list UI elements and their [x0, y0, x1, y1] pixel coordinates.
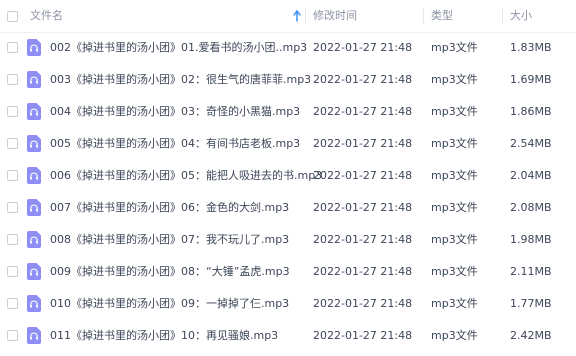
- audio-file-icon: [27, 135, 41, 152]
- modified-time: 2022-01-27 21:48: [313, 201, 413, 214]
- file-row[interactable]: 008《掉进书里的汤小团》07：我不玩儿了.mp3 2022-01-27 21:4…: [0, 224, 576, 255]
- modified-time: 2022-01-27 21:48: [313, 329, 413, 342]
- file-name: 010《掉进书里的汤小团》09：一掉掉了仨.mp3: [50, 297, 290, 310]
- file-row[interactable]: 002《掉进书里的汤小团》01.爱看书的汤小团..mp3 2022-01-27 2…: [0, 32, 576, 63]
- file-name: 002《掉进书里的汤小团》01.爱看书的汤小团..mp3: [50, 41, 308, 54]
- file-row[interactable]: 006《掉进书里的汤小团》05：能把人吸进去的书.mp3 2022-01-27 2…: [0, 160, 576, 191]
- modified-time: 2022-01-27 21:48: [313, 297, 413, 310]
- row-checkbox[interactable]: [7, 106, 18, 117]
- row-checkbox[interactable]: [7, 234, 18, 245]
- audio-file-icon: [27, 39, 41, 56]
- row-checkbox[interactable]: [7, 170, 18, 181]
- file-name: 003《掉进书里的汤小团》02：很生气的唐菲菲.mp3: [50, 73, 312, 86]
- file-row[interactable]: 011《掉进书里的汤小团》10：再见骚娘.mp3 2022-01-27 21:48…: [0, 320, 576, 351]
- column-divider[interactable]: [502, 8, 503, 24]
- file-row[interactable]: 003《掉进书里的汤小团》02：很生气的唐菲菲.mp3 2022-01-27 21…: [0, 64, 576, 95]
- file-size: 2.42MB: [510, 329, 552, 342]
- file-name: 007《掉进书里的汤小团》06：金色的大剑.mp3: [50, 201, 290, 214]
- sort-arrow-up-icon[interactable]: [293, 10, 301, 22]
- column-header-name[interactable]: 文件名: [30, 0, 310, 32]
- modified-time: 2022-01-27 21:48: [313, 41, 413, 54]
- file-size: 1.77MB: [510, 297, 552, 310]
- audio-file-icon: [27, 103, 41, 120]
- file-type: mp3文件: [431, 329, 478, 342]
- modified-time: 2022-01-27 21:48: [313, 105, 413, 118]
- file-size: 2.08MB: [510, 201, 552, 214]
- file-name: 004《掉进书里的汤小团》03：奇怪的小黑猫.mp3: [50, 105, 301, 118]
- list-header: 文件名 修改时间 类型 大小: [0, 0, 576, 33]
- file-name: 005《掉进书里的汤小团》04：有间书店老板.mp3: [50, 137, 301, 150]
- file-name: 008《掉进书里的汤小团》07：我不玩儿了.mp3: [50, 233, 290, 246]
- audio-file-icon: [27, 263, 41, 280]
- row-checkbox[interactable]: [7, 298, 18, 309]
- file-type: mp3文件: [431, 41, 478, 54]
- file-list: 文件名 修改时间 类型 大小 002《掉进书里的汤小团》01.爱看书的汤小团..…: [0, 0, 576, 356]
- row-checkbox[interactable]: [7, 138, 18, 149]
- select-all-checkbox[interactable]: [7, 11, 18, 22]
- file-row[interactable]: 004《掉进书里的汤小团》03：奇怪的小黑猫.mp3 2022-01-27 21:…: [0, 96, 576, 127]
- file-type: mp3文件: [431, 169, 478, 182]
- file-size: 2.11MB: [510, 265, 552, 278]
- modified-time: 2022-01-27 21:48: [313, 137, 413, 150]
- file-size: 1.83MB: [510, 41, 552, 54]
- file-size: 1.86MB: [510, 105, 552, 118]
- audio-file-icon: [27, 327, 41, 344]
- column-header-size[interactable]: 大小: [510, 0, 532, 32]
- file-type: mp3文件: [431, 265, 478, 278]
- column-header-time[interactable]: 修改时间: [313, 0, 357, 32]
- audio-file-icon: [27, 167, 41, 184]
- file-size: 2.04MB: [510, 169, 552, 182]
- column-divider[interactable]: [305, 8, 306, 24]
- file-type: mp3文件: [431, 137, 478, 150]
- row-checkbox[interactable]: [7, 266, 18, 277]
- file-size: 1.98MB: [510, 233, 552, 246]
- file-row[interactable]: 005《掉进书里的汤小团》04：有间书店老板.mp3 2022-01-27 21:…: [0, 128, 576, 159]
- file-name: 011《掉进书里的汤小团》10：再见骚娘.mp3: [50, 329, 279, 342]
- file-size: 1.69MB: [510, 73, 552, 86]
- audio-file-icon: [27, 295, 41, 312]
- file-type: mp3文件: [431, 233, 478, 246]
- modified-time: 2022-01-27 21:48: [313, 73, 413, 86]
- column-divider[interactable]: [423, 8, 424, 24]
- audio-file-icon: [27, 231, 41, 248]
- file-type: mp3文件: [431, 201, 478, 214]
- modified-time: 2022-01-27 21:48: [313, 265, 413, 278]
- modified-time: 2022-01-27 21:48: [313, 233, 413, 246]
- row-checkbox[interactable]: [7, 330, 18, 341]
- file-row[interactable]: 009《掉进书里的汤小团》08：“大锤”孟虎.mp3 2022-01-27 21:…: [0, 256, 576, 287]
- file-size: 2.54MB: [510, 137, 552, 150]
- file-row[interactable]: 007《掉进书里的汤小团》06：金色的大剑.mp3 2022-01-27 21:4…: [0, 192, 576, 223]
- row-checkbox[interactable]: [7, 202, 18, 213]
- audio-file-icon: [27, 199, 41, 216]
- row-checkbox[interactable]: [7, 42, 18, 53]
- audio-file-icon: [27, 71, 41, 88]
- file-name: 006《掉进书里的汤小团》05：能把人吸进去的书.mp3: [50, 169, 323, 182]
- file-type: mp3文件: [431, 73, 478, 86]
- file-type: mp3文件: [431, 297, 478, 310]
- modified-time: 2022-01-27 21:48: [313, 169, 413, 182]
- file-name: 009《掉进书里的汤小团》08：“大锤”孟虎.mp3: [50, 265, 290, 278]
- column-header-type[interactable]: 类型: [431, 0, 453, 32]
- row-checkbox[interactable]: [7, 74, 18, 85]
- file-type: mp3文件: [431, 105, 478, 118]
- file-row[interactable]: 010《掉进书里的汤小团》09：一掉掉了仨.mp3 2022-01-27 21:4…: [0, 288, 576, 319]
